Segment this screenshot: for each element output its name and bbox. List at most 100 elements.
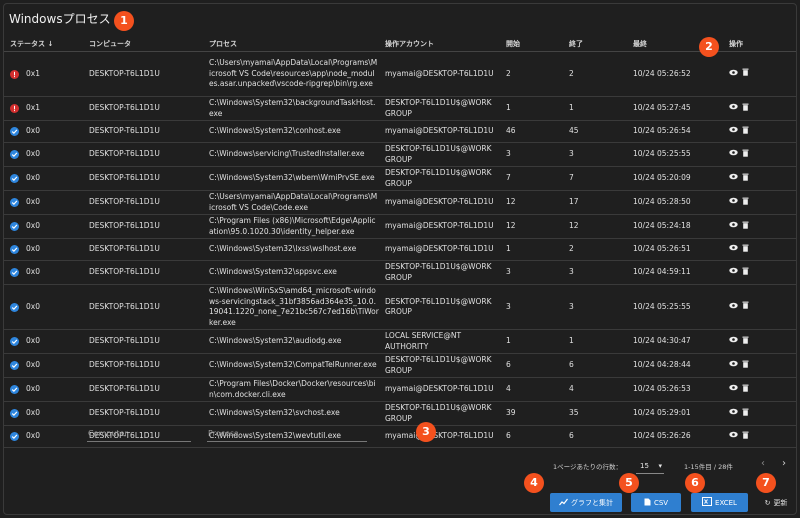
delete-icon[interactable] (742, 431, 749, 443)
view-icon[interactable] (729, 408, 738, 419)
delete-icon[interactable] (742, 149, 749, 161)
ops-cell (723, 96, 796, 121)
table-row[interactable]: 0x0 DESKTOP-T6L1D1U C:\Program Files (x86)… (4, 214, 796, 239)
view-icon[interactable] (729, 431, 738, 442)
column-header-computer[interactable]: コンピュータ (83, 36, 203, 52)
sort-down-icon[interactable]: ↓ (47, 40, 53, 48)
delete-icon[interactable] (742, 336, 749, 348)
view-icon[interactable] (729, 244, 738, 255)
table-row[interactable]: 0x0 DESKTOP-T6L1D1U C:\Windows\System32\au… (4, 329, 796, 354)
view-icon[interactable] (729, 267, 738, 278)
delete-icon[interactable] (742, 68, 749, 80)
status-code: 0x0 (26, 149, 40, 159)
table-row[interactable]: 0x0 DESKTOP-T6L1D1U C:\Windows\System32\sv… (4, 401, 796, 426)
prev-page-icon[interactable]: ‹ (761, 458, 765, 469)
table-row[interactable]: 0x0 DESKTOP-T6L1D1U C:\Windows\System32\lx… (4, 238, 796, 261)
ops-cell (723, 51, 796, 97)
start-count-cell: 39 (500, 401, 563, 426)
account-cell: DESKTOP-T6L1D1U$@WORK GROUP (379, 353, 500, 378)
view-icon[interactable] (729, 126, 738, 137)
delete-icon[interactable] (742, 408, 749, 420)
status-cell: 0x0 (4, 142, 83, 167)
end-count-cell: 1 (563, 329, 627, 354)
status-cell: 0x1 (4, 96, 83, 121)
status-code: 0x0 (26, 267, 40, 277)
process-filter-input[interactable]: Process (207, 425, 367, 442)
process-cell: C:\Program Files\Docker\Docker\resources… (203, 377, 379, 402)
check-icon (10, 337, 19, 346)
latest-time-cell: 10/24 05:25:55 (627, 284, 723, 330)
view-icon[interactable] (729, 384, 738, 395)
view-icon[interactable] (729, 197, 738, 208)
delete-icon[interactable] (742, 126, 749, 138)
process-cell: C:\Windows\System32\conhost.exe (203, 120, 379, 143)
latest-time-cell: 10/24 05:27:45 (627, 96, 723, 121)
table-row[interactable]: 0x0 DESKTOP-T6L1D1U C:\Windows\System32\wb… (4, 166, 796, 191)
error-icon (10, 104, 19, 113)
start-count-cell: 4 (500, 377, 563, 402)
latest-time-cell: 10/24 05:26:53 (627, 377, 723, 402)
status-code: 0x0 (26, 336, 40, 346)
computer-cell: DESKTOP-T6L1D1U (83, 401, 203, 426)
account-cell: myamai@DESKTOP-T6L1D1U (379, 190, 500, 215)
computer-cell: DESKTOP-T6L1D1U (83, 238, 203, 261)
delete-icon[interactable] (742, 384, 749, 396)
delete-icon[interactable] (742, 103, 749, 115)
view-icon[interactable] (729, 149, 738, 160)
table-row[interactable]: 0x0 DESKTOP-T6L1D1U C:\Windows\System32\sp… (4, 260, 796, 285)
refresh-button[interactable]: ↻ 更新 (757, 493, 795, 512)
delete-icon[interactable] (742, 360, 749, 372)
check-icon (10, 198, 19, 207)
column-header-account[interactable]: 操作アカウント (379, 36, 500, 52)
view-icon[interactable] (729, 173, 738, 184)
next-page-icon[interactable]: › (782, 458, 786, 469)
table-row[interactable]: 0x0 DESKTOP-T6L1D1U C:\Windows\System32\Co… (4, 353, 796, 378)
process-cell: C:\Windows\System32\backgroundTaskHost.e… (203, 96, 379, 121)
computer-cell: DESKTOP-T6L1D1U (83, 51, 203, 97)
delete-icon[interactable] (742, 301, 749, 313)
table-row[interactable]: 0x0 DESKTOP-T6L1D1U C:\Windows\WinSxS\amd6… (4, 284, 796, 330)
view-icon[interactable] (729, 336, 738, 347)
status-code: 0x0 (26, 384, 40, 394)
table-row[interactable]: 0x0 DESKTOP-T6L1D1U C:\Program Files\Docke… (4, 377, 796, 402)
status-cell: 0x0 (4, 120, 83, 143)
start-count-cell: 3 (500, 260, 563, 285)
column-header-process[interactable]: プロセス (203, 36, 379, 52)
start-count-cell: 1 (500, 238, 563, 261)
column-header-status[interactable]: ステータス ↓ (4, 36, 83, 52)
excel-button[interactable]: EXCEL (691, 493, 748, 512)
computer-filter-input[interactable]: Computer (87, 425, 191, 442)
view-icon[interactable] (729, 360, 738, 371)
process-cell: C:\Windows\WinSxS\amd64_microsoft-window… (203, 284, 379, 330)
csv-button[interactable]: CSV (631, 493, 681, 512)
end-count-cell: 3 (563, 260, 627, 285)
table-row[interactable]: 0x1 DESKTOP-T6L1D1U C:\Users\myamai\AppDat… (4, 51, 796, 97)
graph-button[interactable]: グラフと集計 (550, 493, 622, 512)
table-row[interactable]: 0x0 DESKTOP-T6L1D1U C:\Windows\servicing\T… (4, 142, 796, 167)
delete-icon[interactable] (742, 197, 749, 209)
column-header-end[interactable]: 終了 (563, 36, 627, 52)
rows-per-page-select[interactable]: 15 ▾ (636, 459, 664, 474)
computer-cell: DESKTOP-T6L1D1U (83, 142, 203, 167)
view-icon[interactable] (729, 221, 738, 232)
status-code: 0x0 (26, 301, 40, 311)
delete-icon[interactable] (742, 244, 749, 256)
page-range: 1-15件目 / 28件 (684, 463, 733, 471)
status-cell: 0x0 (4, 214, 83, 239)
delete-icon[interactable] (742, 173, 749, 185)
start-count-cell: 12 (500, 190, 563, 215)
view-icon[interactable] (729, 103, 738, 114)
column-header-ops: 操作 (723, 36, 796, 52)
delete-icon[interactable] (742, 267, 749, 279)
view-icon[interactable] (729, 302, 738, 313)
delete-icon[interactable] (742, 221, 749, 233)
column-header-start[interactable]: 開始 (500, 36, 563, 52)
table-row[interactable]: 0x1 DESKTOP-T6L1D1U C:\Windows\System32\ba… (4, 96, 796, 121)
view-icon[interactable] (729, 69, 738, 80)
end-count-cell: 3 (563, 142, 627, 167)
table-row[interactable]: 0x0 DESKTOP-T6L1D1U C:\Windows\System32\co… (4, 120, 796, 143)
status-code: 0x0 (26, 197, 40, 207)
latest-time-cell: 10/24 05:26:51 (627, 238, 723, 261)
status-code: 0x1 (26, 103, 40, 113)
table-row[interactable]: 0x0 DESKTOP-T6L1D1U C:\Users\myamai\AppDat… (4, 190, 796, 215)
